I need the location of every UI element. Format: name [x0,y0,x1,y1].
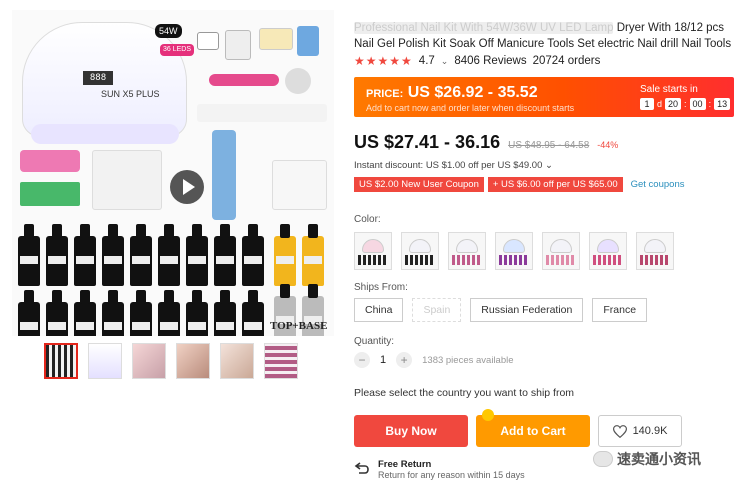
quantity-label: Quantity: [354,336,395,347]
color-option-5[interactable] [542,232,580,270]
ship-option-russia[interactable]: Russian Federation [470,298,584,322]
reviews-link[interactable]: 8406 Reviews [454,55,526,67]
wishlist-button[interactable]: 140.9K [598,415,682,447]
color-option-3[interactable] [448,232,486,270]
free-return-title: Free Return [378,459,432,470]
watermark: 速卖通小资讯 [593,449,701,469]
promo-price: PRICE: US $26.92 - 35.52 [366,84,538,102]
ships-from-options: China Spain Russian Federation France [354,298,648,322]
timer-seconds: 13 [714,98,731,110]
select-country-notice: Please select the country you want to sh… [354,387,575,399]
uv-lamp-image: 888 SUN X5 PLUS [22,22,187,144]
new-user-coupon[interactable]: US $2.00 New User Coupon [354,177,484,192]
lamp-display: 888 [83,71,113,85]
ship-option-china[interactable]: China [354,298,404,322]
color-option-2[interactable] [401,232,439,270]
store-coupon[interactable]: + US $6.00 off per US $65.00 [487,177,623,192]
instant-discount[interactable]: Instant discount: US $1.00 off per US $4… [354,160,553,171]
star-rating-icon: ★★★★★ [354,54,413,68]
free-return-subtitle: Return for any reason within 15 days [378,470,525,480]
quantity-minus-button[interactable]: − [354,352,370,368]
return-icon [354,462,369,474]
action-buttons: Buy Now Add to Cart 140.9K [354,409,682,447]
title-blurred-prefix: Professional Nail Kit With 54W/36W UV LE… [354,22,614,34]
original-price: US $48.95 - 64.58 [508,140,590,151]
chevron-down-icon[interactable]: ⌄ [441,56,449,67]
color-option-1[interactable] [354,232,392,270]
timer-hours: 20 [665,98,682,110]
thumbnail-strip [44,343,298,379]
quantity-stepper: − 1 + 1383 pieces available [354,352,514,368]
cart-spark-icon [482,409,494,421]
color-options [354,232,674,270]
timer-days: 1 [640,98,654,110]
sale-starts-label: Sale starts in [640,84,698,95]
wishlist-count: 140.9K [632,425,668,437]
color-option-6[interactable] [589,232,627,270]
rating-row: ★★★★★ 4.7 ⌄ 8406 Reviews 20724 orders [354,54,600,68]
price-block: US $27.41 - 36.16 US $48.95 - 64.58 -44% [354,132,618,153]
add-to-cart-label: Add to Cart [500,424,566,438]
top-base-label: TOP+BASE [270,320,328,332]
watermark-text: 速卖通小资讯 [617,451,701,467]
timer-d-label: d [657,99,663,109]
color-option-4[interactable] [495,232,533,270]
video-play-icon[interactable] [170,170,204,204]
get-coupons-link[interactable]: Get coupons [631,179,685,190]
ships-from-label: Ships From: [354,282,408,293]
promo-subtitle: Add to cart now and order later when dis… [366,103,575,113]
ship-option-spain[interactable]: Spain [412,298,462,322]
buy-now-button[interactable]: Buy Now [354,415,468,447]
color-option-7[interactable] [636,232,674,270]
coupons-row: US $2.00 New User Coupon + US $6.00 off … [354,177,684,192]
thumbnail-3[interactable] [132,343,166,379]
lamp-base [31,124,179,144]
quantity-value[interactable]: 1 [380,354,386,366]
product-title: Professional Nail Kit With 54W/36W UV LE… [354,20,739,52]
heart-icon [612,424,627,438]
thumbnail-6[interactable] [264,343,298,379]
promo-banner: PRICE: US $26.92 - 35.52 Add to cart now… [354,77,734,117]
promo-price-label: PRICE: [366,88,404,100]
pieces-available: 1383 pieces available [422,354,514,366]
wechat-icon [593,451,613,467]
timer-minutes: 00 [689,98,706,110]
thumbnail-5[interactable] [220,343,254,379]
free-return-info: Free Return Return for any reason within… [354,459,525,480]
add-to-cart-button[interactable]: Add to Cart [476,409,590,447]
watt-badge: 54W [155,24,182,38]
countdown-timer: 1 d 20: 00: 13 [640,98,731,110]
color-label: Color: [354,214,381,225]
main-product-image[interactable]: 888 SUN X5 PLUS 54W 36 LEDS [12,10,334,336]
tools-image [197,22,327,122]
lamp-brand: SUN X5 PLUS [101,89,160,99]
quantity-plus-button[interactable]: + [396,352,413,368]
rating-value: 4.7 [418,55,435,67]
thumbnail-2[interactable] [88,343,122,379]
orders-count: 20724 orders [532,55,601,67]
discount-badge: -44% [597,140,619,150]
gel-polish-bottles [12,222,334,336]
leds-badge: 36 LEDS [160,44,195,56]
current-price: US $27.41 - 36.16 [354,132,501,152]
ship-option-france[interactable]: France [592,298,648,322]
promo-price-range: US $26.92 - 35.52 [407,84,538,101]
thumbnail-4[interactable] [176,343,210,379]
thumbnail-1[interactable] [44,343,78,379]
